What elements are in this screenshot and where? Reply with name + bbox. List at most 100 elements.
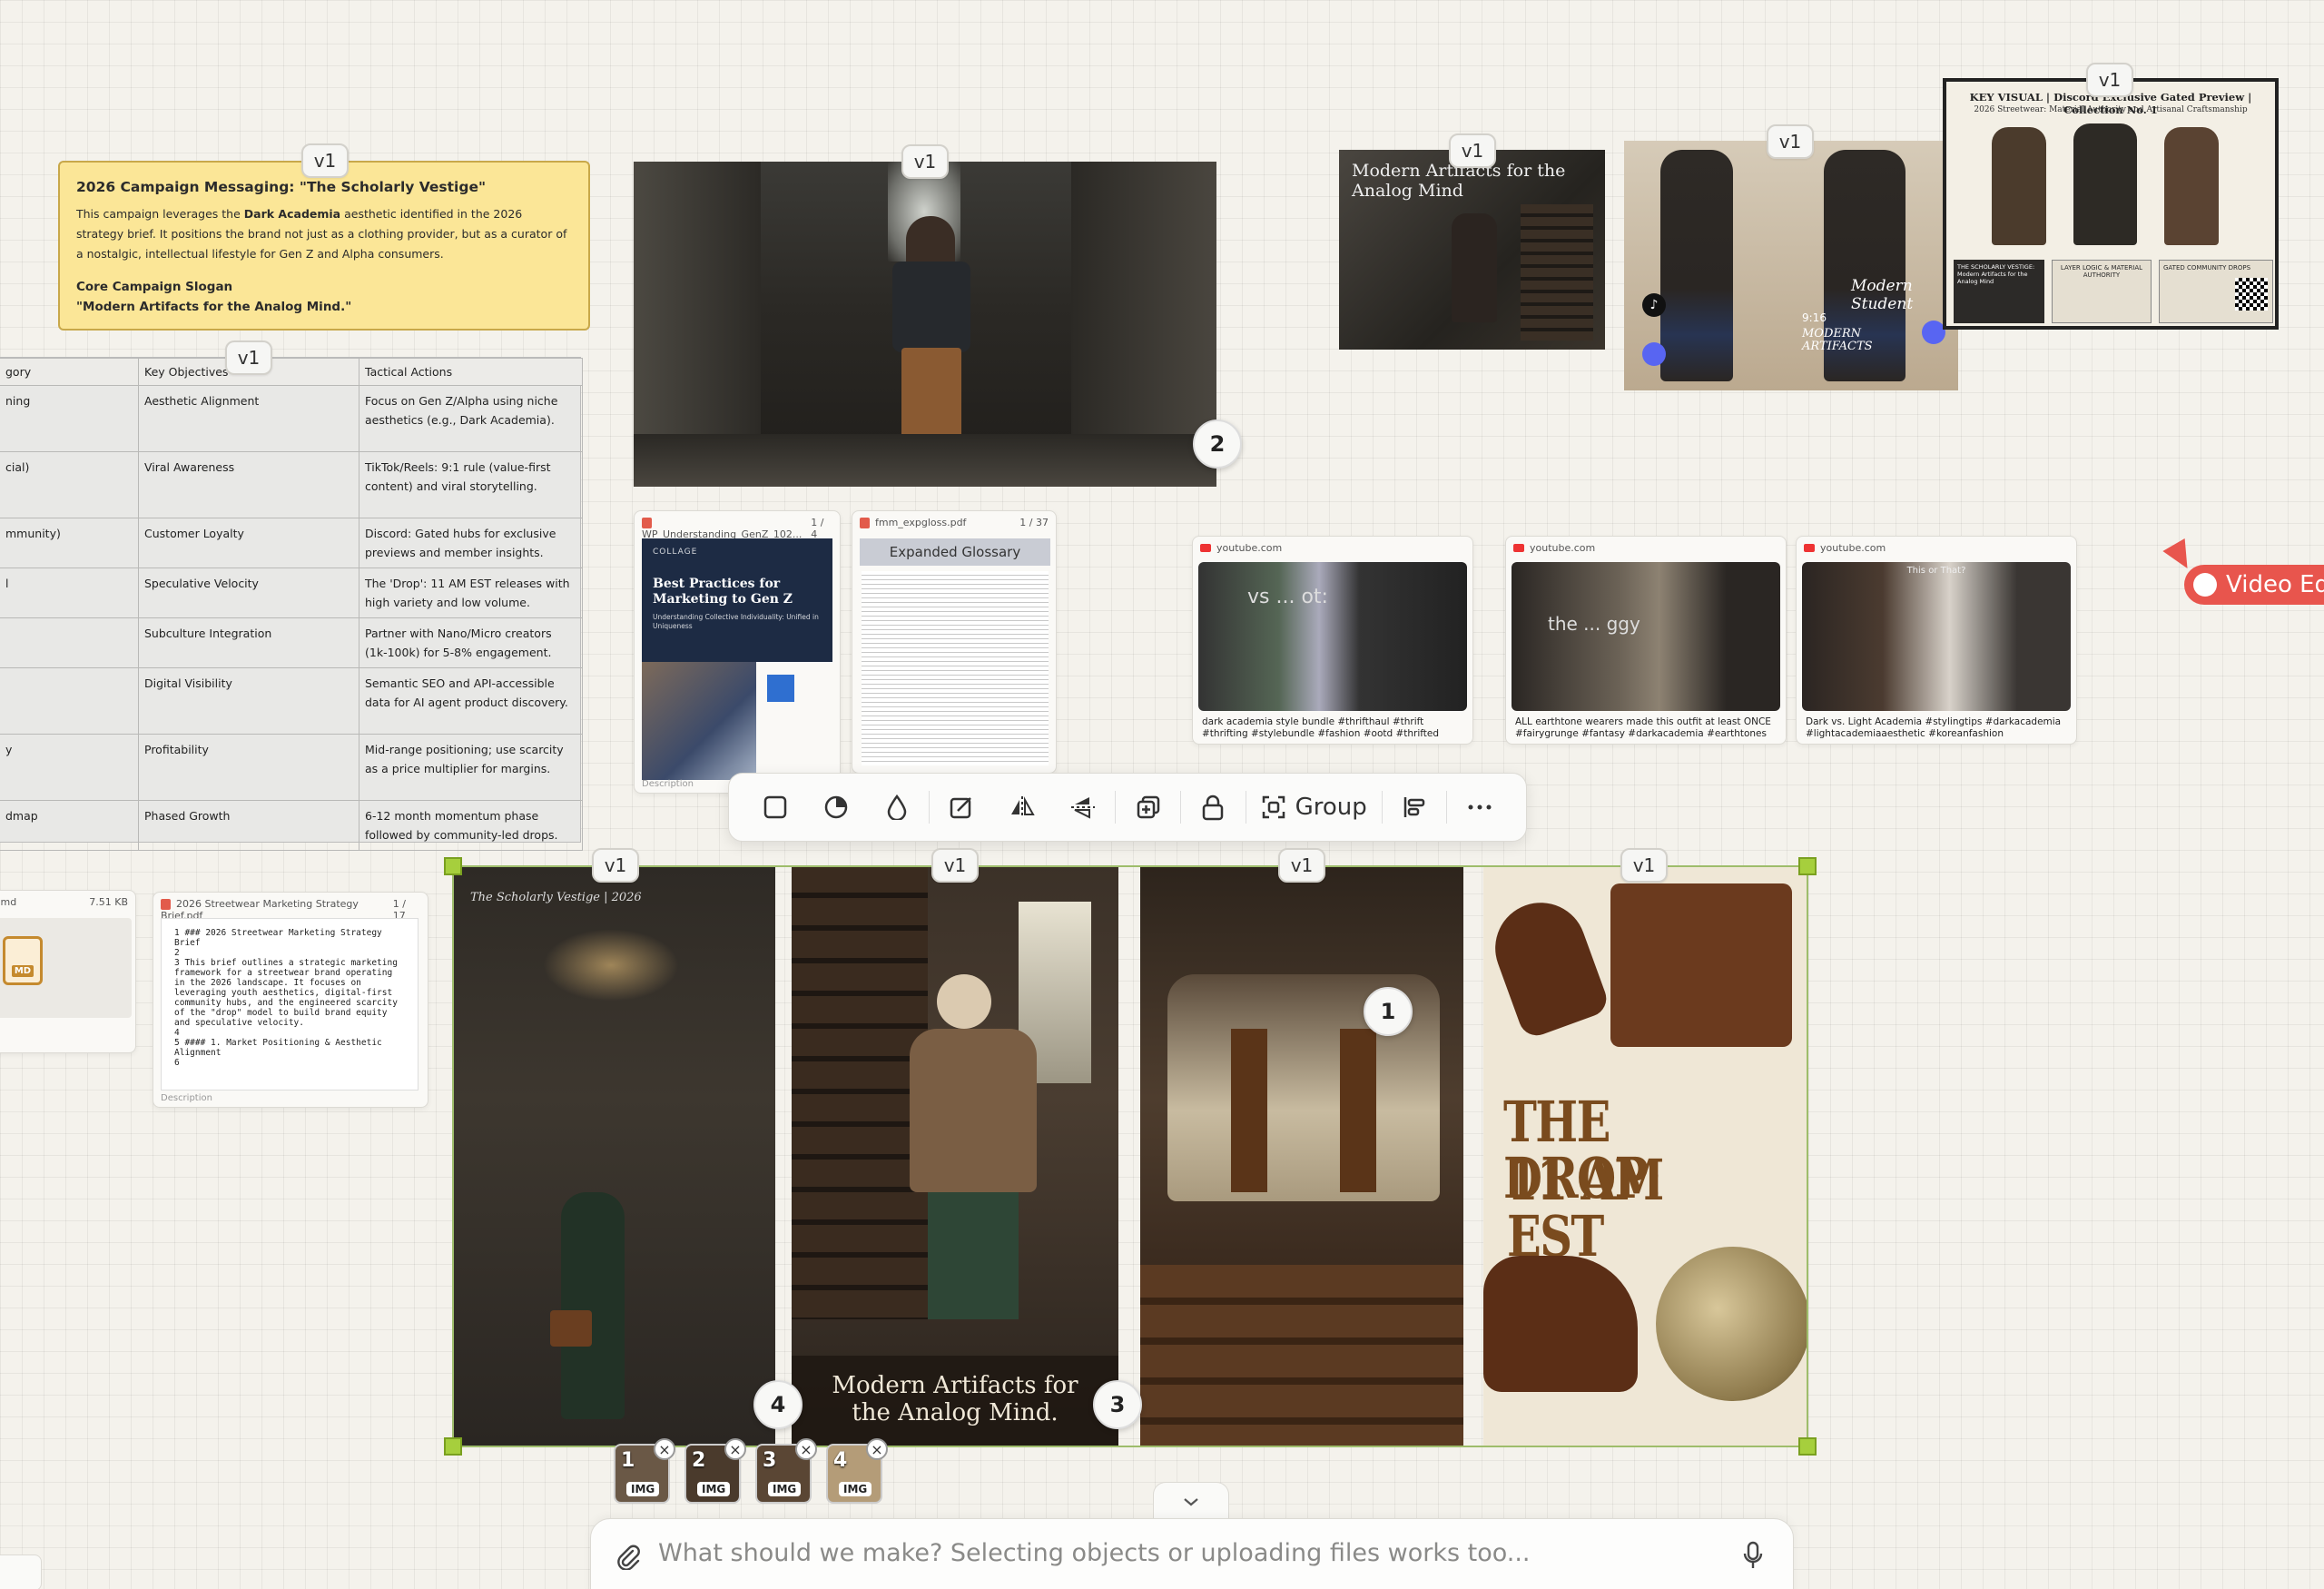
table-header: gory [0,358,139,386]
version-badge[interactable]: v1 [1449,133,1496,168]
panel-caption: The Scholarly Vestige | 2026 [470,891,642,904]
resize-handle-top-right[interactable] [1798,857,1817,875]
attachment-thumb[interactable]: 1 IMG × [614,1438,675,1504]
video-overlay-text: the ... ggy [1548,613,1640,635]
flip-horizontal-icon[interactable] [992,782,1053,833]
youtube-card[interactable]: youtube.com vs ... ot: dark academia sty… [1192,536,1473,745]
pdf-subtitle: Understanding Collective Individuality: … [653,613,819,630]
pdf-card-genz[interactable]: WP_Understanding_GenZ_102... 1 / 4 COLLAG… [634,510,841,794]
video-caption: ALL earthtone wearers made this outfit a… [1515,716,1771,739]
note-title: 2026 Campaign Messaging: "The Scholarly … [76,179,487,195]
pdf-card-glossary[interactable]: fmm_expgloss.pdf 1 / 37 Expanded Glossary [852,510,1057,774]
youtube-card[interactable]: youtube.com the ... ggy ALL earthtone we… [1505,536,1787,745]
group-icon [1262,795,1285,819]
table-cell: dmap [0,800,139,851]
table-cell: mmunity) [0,518,139,568]
partial-card [0,1554,42,1589]
key-visual-image[interactable]: KEY VISUAL | Discord Exclusive Gated Pre… [1943,78,2279,330]
align-icon[interactable] [1384,782,1445,833]
edit-icon[interactable] [931,782,992,833]
video-thumbnail[interactable]: vs ... ot: [1198,562,1467,711]
collapse-chat-button[interactable] [1153,1482,1229,1520]
panel-library-portrait[interactable]: Modern Artifacts for the Analog Mind. [792,865,1118,1447]
video-thumbnail[interactable]: This or That? [1802,562,2071,711]
table-cell: Digital Visibility [138,667,359,735]
glossary-text-lines [862,571,1049,765]
poster-analog-mind[interactable]: Modern Artifacts for the Analog Mind [1339,150,1605,350]
video-overlay-text: vs ... ot: [1247,586,1328,608]
remove-attachment-icon[interactable]: × [866,1438,888,1460]
description-label: Description [161,1093,212,1103]
brief-text: 1 ### 2026 Streetwear Marketing Strategy… [161,918,419,1091]
library-student-image[interactable] [634,162,1216,487]
attach-icon[interactable] [615,1543,642,1570]
version-badge[interactable]: v1 [901,144,949,179]
duplicate-icon[interactable] [1118,782,1178,833]
table-cell: 6-12 month momentum phase followed by co… [359,800,583,851]
lookbook-brand: MODERN ARTIFACTS [1802,327,1873,353]
strategy-table[interactable]: gory Key Objectives Tactical Actions nin… [0,357,583,851]
group-label: Group [1295,794,1367,821]
video-thumbnail[interactable]: the ... ggy [1512,562,1780,711]
note-body: This campaign leverages the Dark Academi… [76,207,567,261]
remove-attachment-icon[interactable]: × [724,1438,746,1460]
pdf-icon [642,518,652,528]
version-badge[interactable]: v1 [1278,848,1325,883]
resize-handle-top-left[interactable] [444,857,462,875]
prompt-bar [590,1518,1794,1589]
remove-attachment-icon[interactable]: × [795,1438,817,1460]
pdf-cover: COLLAGE Best Practices for Marketing to … [642,538,832,662]
resize-handle-bottom-right[interactable] [1798,1437,1817,1456]
campaign-note[interactable]: 2026 Campaign Messaging: "The Scholarly … [58,161,590,331]
table-cell: cial) [0,451,139,518]
version-badge[interactable]: v1 [1767,124,1814,159]
page-count: 1 / 4 [811,517,824,540]
video-caption: dark academia style bundle #thrifthaul #… [1202,716,1440,739]
attachment-thumb[interactable]: 4 IMG × [826,1438,888,1504]
version-badge[interactable]: v1 [301,143,349,178]
version-badge[interactable]: v1 [592,848,639,883]
pdf-collage [642,662,756,780]
qr-code [2235,278,2268,311]
version-badge[interactable]: v1 [225,340,272,375]
youtube-card[interactable]: youtube.com This or That? Dark vs. Light… [1796,536,2077,745]
chevron-down-icon [1184,1497,1198,1505]
panel-the-drop[interactable]: THE DROP: 11 AM EST [1483,865,1808,1447]
version-badge[interactable]: v1 [1620,848,1668,883]
version-badge[interactable]: v1 [2086,63,2133,97]
tiktok-icon: ♪ [1642,293,1666,317]
key-visual-label: LAYER LOGIC & MATERIAL AUTHORITY [2052,260,2152,323]
lookbook-image[interactable]: Modern Student 9:16 MODERN ARTIFACTS ♪ [1624,141,1958,390]
table-cell: Profitability [138,734,359,801]
pie-icon[interactable] [806,782,867,833]
page-count: 1 / 37 [1019,517,1049,528]
collaborator-label: Video Edi [2184,565,2324,605]
youtube-icon [1513,544,1524,552]
table-cell: ning [0,385,139,452]
slogan-label: Core Campaign Slogan [76,280,233,294]
slogan-text: "Modern Artifacts for the Analog Mind." [76,300,352,314]
prompt-input[interactable] [658,1539,1742,1567]
lock-icon[interactable] [1183,782,1244,833]
resize-handle-bottom-left[interactable] [444,1437,462,1456]
brief-pdf-card[interactable]: 2026 Streetwear Marketing Strategy Brief… [153,892,428,1108]
square-icon[interactable] [745,782,806,833]
microphone-icon[interactable] [1742,1541,1764,1570]
md-file-card[interactable]: .md 7.51 KB MD [0,890,136,1053]
key-visual-label: THE SCHOLARLY VESTIGE: Modern Artifacts … [1954,260,2044,323]
flip-vertical-icon[interactable] [1053,782,1114,833]
discord-icon [1642,342,1666,366]
panel-hall-walker[interactable]: The Scholarly Vestige | 2026 [452,865,775,1447]
table-cell: l [0,568,139,618]
avatar [2193,573,2217,597]
remove-attachment-icon[interactable]: × [654,1438,675,1460]
version-badge[interactable]: v1 [931,848,979,883]
attachment-thumb[interactable]: 3 IMG × [755,1438,817,1504]
more-icon[interactable] [1449,782,1510,833]
group-button[interactable]: Group [1248,794,1380,821]
drop-icon[interactable] [866,782,927,833]
attachment-thumb[interactable]: 2 IMG × [684,1438,746,1504]
panel-satchel[interactable] [1140,865,1463,1447]
table-cell: Mid-range positioning; use scarcity as a… [359,734,583,801]
table-cell: y [0,734,139,801]
